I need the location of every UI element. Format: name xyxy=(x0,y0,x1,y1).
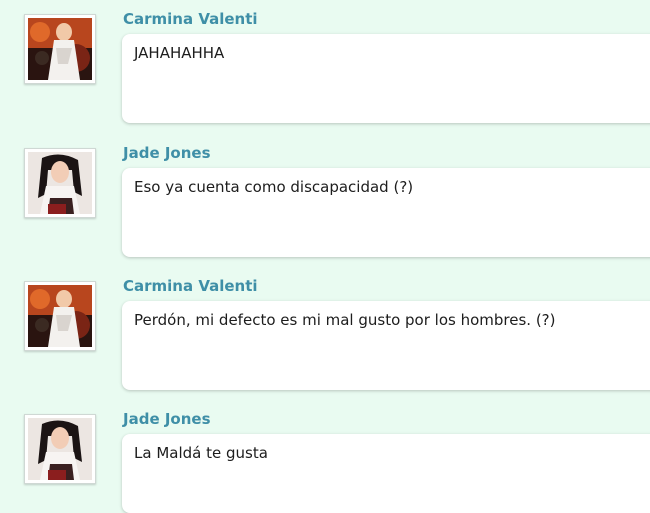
message-text: Perdón, mi defecto es mi mal gusto por l… xyxy=(134,311,556,329)
message-bubble: Eso ya cuenta como discapacidad (?) xyxy=(122,168,650,257)
message-bubble: JAHAHAHHA xyxy=(122,34,650,123)
jade-avatar[interactable] xyxy=(24,414,96,484)
message-bubble: La Maldá te gusta xyxy=(122,434,650,513)
message-bubble: Perdón, mi defecto es mi mal gusto por l… xyxy=(122,301,650,390)
carmina-avatar[interactable] xyxy=(24,281,96,351)
carmina-portrait-icon xyxy=(28,285,92,347)
jade-portrait-icon xyxy=(28,418,92,480)
carmina-avatar[interactable] xyxy=(24,14,96,84)
message-text: JAHAHAHHA xyxy=(134,44,225,62)
message-text: La Maldá te gusta xyxy=(134,444,268,462)
message-author[interactable]: Jade Jones xyxy=(123,410,211,428)
message-author[interactable]: Carmina Valenti xyxy=(123,10,258,28)
jade-portrait-icon xyxy=(28,152,92,214)
message-text: Eso ya cuenta como discapacidad (?) xyxy=(134,178,414,196)
message-feed: Carmina Valenti JAHAHAHHA Jade Jones Eso… xyxy=(0,0,650,513)
carmina-portrait-icon xyxy=(28,18,92,80)
message-author[interactable]: Carmina Valenti xyxy=(123,277,258,295)
message-author[interactable]: Jade Jones xyxy=(123,144,211,162)
jade-avatar[interactable] xyxy=(24,148,96,218)
